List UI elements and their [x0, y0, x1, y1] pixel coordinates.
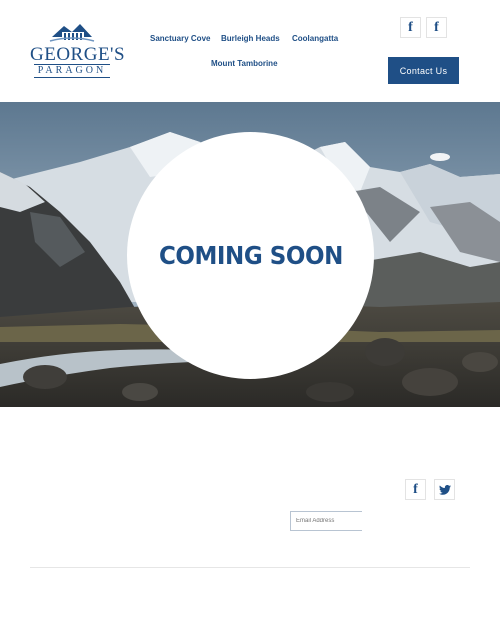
email-address-input[interactable] — [290, 511, 362, 531]
nav-coolangatta[interactable]: Coolangatta — [292, 34, 338, 43]
footer-facebook-button[interactable]: f — [405, 479, 426, 500]
hero-banner: COMING SOON — [0, 102, 500, 407]
nav-sanctuary-cove[interactable]: Sanctuary Cove — [150, 34, 210, 43]
site-header: GEORGE'S PARAGON Sanctuary Cove Burleigh… — [0, 0, 500, 102]
facebook-icon: f — [408, 19, 413, 35]
contact-us-button[interactable]: Contact Us — [388, 57, 459, 84]
coming-soon-circle: COMING SOON — [127, 132, 374, 379]
footer-divider — [30, 567, 470, 568]
twitter-icon — [438, 484, 451, 495]
nav-mount-tamborine[interactable]: Mount Tamborine — [211, 59, 278, 68]
header-facebook-button[interactable]: f — [400, 17, 421, 38]
footer-twitter-button[interactable] — [434, 479, 455, 500]
coming-soon-heading: COMING SOON — [158, 241, 343, 270]
facebook-icon: f — [413, 481, 418, 497]
nav-burleigh-heads[interactable]: Burleigh Heads — [221, 34, 280, 43]
facebook-icon: f — [434, 19, 439, 35]
main-nav: Sanctuary Cove Burleigh Heads Coolangatt… — [0, 0, 500, 102]
header-facebook-button-2[interactable]: f — [426, 17, 447, 38]
